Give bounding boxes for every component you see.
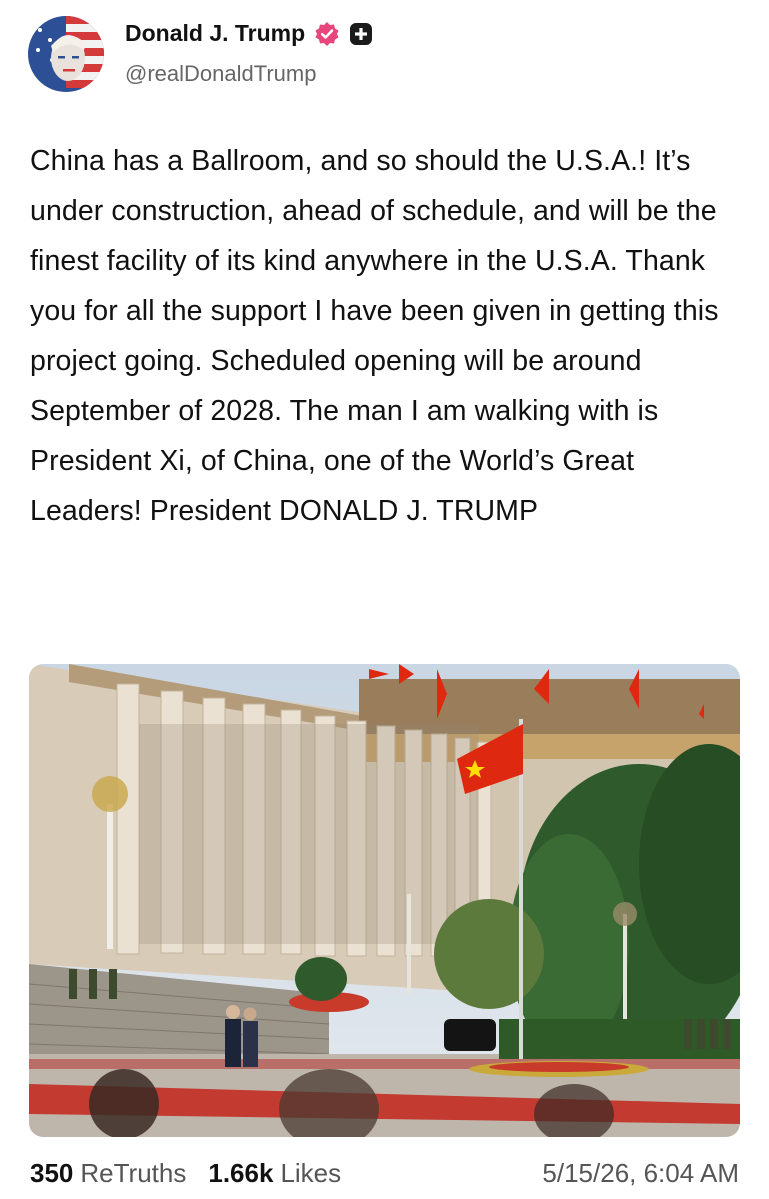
plus-square-icon[interactable] [349,22,373,46]
author-handle[interactable]: @realDonaldTrump [125,61,316,87]
post-image[interactable] [29,664,740,1137]
retruths-label: ReTruths [80,1158,187,1188]
post-timestamp[interactable]: 5/15/26, 6:04 AM [542,1158,739,1189]
author-name[interactable]: Donald J. Trump [125,20,305,47]
likes-count: 1.66k [208,1158,274,1188]
avatar[interactable] [28,16,104,92]
likes-stat[interactable]: 1.66k Likes [208,1158,341,1189]
retruths-stat[interactable]: 350 ReTruths [30,1158,186,1189]
likes-label: Likes [280,1158,342,1188]
post-stats: 350 ReTruths 1.66k Likes [30,1158,341,1189]
retruths-count: 350 [30,1158,74,1188]
verified-badge-icon [314,21,340,47]
post-text: China has a Ballroom, and so should the … [30,145,719,527]
